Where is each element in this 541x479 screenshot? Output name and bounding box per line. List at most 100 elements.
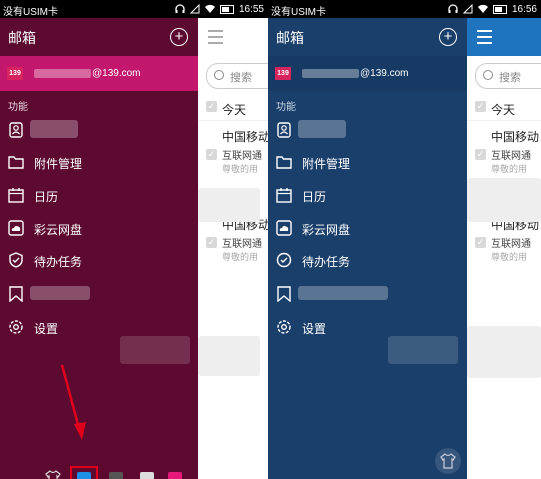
redacted-label	[298, 120, 346, 138]
theme-picker	[0, 458, 198, 479]
mail-subject: 中国移动	[491, 130, 540, 144]
top-app-bar	[198, 18, 268, 56]
folder-icon	[276, 154, 292, 170]
contacts-icon	[8, 122, 24, 138]
menu-item-label: 设置	[302, 322, 327, 336]
menu-item-calendar[interactable]: 日历	[0, 179, 198, 211]
search-icon	[483, 70, 493, 80]
menu-item-label: 附件管理	[302, 157, 351, 171]
theme-swatch-dark-gray[interactable]	[109, 472, 123, 479]
menu-item-bookmark[interactable]	[0, 278, 198, 310]
carrier-text: 没有USIM卡	[271, 7, 326, 18]
menu-item-label: 设置	[34, 322, 59, 336]
menu-icon[interactable]	[477, 30, 492, 48]
clock-text: 16:56	[511, 3, 537, 15]
group-header-today: ✓ 今天	[198, 96, 268, 121]
theme-swatch-blue[interactable]	[77, 472, 91, 479]
theme-swatch-pink[interactable]	[168, 472, 182, 479]
menu-item-bookmark[interactable]	[268, 278, 467, 310]
checkbox-icon[interactable]: ✓	[475, 149, 486, 160]
mail-subject: 中国移动	[222, 130, 268, 144]
watermark-blur	[388, 336, 458, 364]
nav-drawer: 邮箱 + 139 @139.com 功能 附件管理 日历 彩云网盘 待办任务 设…	[268, 18, 467, 479]
group-label: 今天	[222, 103, 247, 117]
clock-text: 16:55	[238, 3, 264, 15]
tshirt-icon	[45, 470, 61, 479]
carrier-text: 没有USIM卡	[3, 7, 58, 18]
menu-item-label: 附件管理	[34, 157, 83, 171]
cloud-drive-icon	[276, 220, 292, 236]
battery-icon	[492, 4, 507, 14]
account-row[interactable]: 139 @139.com	[268, 56, 467, 91]
account-name-redacted	[34, 69, 91, 78]
menu-item-cloud-drive[interactable]: 彩云网盘	[0, 212, 198, 244]
compose-icon[interactable]: +	[439, 28, 457, 46]
wifi-icon	[204, 4, 215, 14]
drawer-title: 邮箱	[276, 30, 304, 46]
calendar-icon	[8, 187, 24, 203]
list-item[interactable]: 中国移动 ✓ 互联网通 尊敬的用	[467, 216, 541, 296]
search-input[interactable]: 搜索	[206, 63, 268, 89]
redacted-label	[298, 286, 388, 300]
cloud-drive-icon	[8, 220, 24, 236]
mail-sender: 互联网通	[222, 239, 262, 250]
watermark-blur	[467, 326, 541, 378]
menu-icon[interactable]	[208, 30, 223, 48]
list-item[interactable]: 中国移动 ✓ 互联网通 尊敬的用	[198, 216, 268, 296]
todo-check-icon	[276, 252, 292, 268]
tshirt-icon	[440, 453, 456, 469]
bookmark-icon	[8, 286, 24, 303]
bookmark-icon	[276, 286, 292, 303]
menu-item-attachments[interactable]: 附件管理	[268, 146, 467, 178]
account-row[interactable]: 139 @139.com	[0, 56, 198, 91]
mail-sender: 互联网通	[491, 239, 531, 250]
checkbox-icon[interactable]: ✓	[206, 149, 217, 160]
theme-toggle-button[interactable]	[435, 448, 461, 474]
checkbox-icon[interactable]: ✓	[475, 237, 486, 248]
mail-sender: 互联网通	[222, 151, 262, 162]
watermark-blur	[198, 336, 260, 376]
section-label: 功能	[8, 102, 28, 113]
todo-check-icon	[8, 252, 24, 268]
mailbox-logo-icon: 139	[275, 67, 291, 80]
account-name-redacted	[302, 69, 359, 78]
mailbox-logo-icon: 139	[7, 67, 23, 80]
menu-item-attachments[interactable]: 附件管理	[0, 146, 198, 178]
search-input[interactable]: 搜索	[475, 63, 541, 89]
menu-item-label: 待办任务	[302, 255, 351, 269]
redacted-label	[30, 120, 78, 138]
status-bar: 没有USIM卡 16:55	[0, 0, 268, 18]
checkbox-icon[interactable]: ✓	[206, 101, 217, 112]
checkbox-icon[interactable]: ✓	[206, 237, 217, 248]
menu-item-todo[interactable]: 待办任务	[268, 244, 467, 276]
watermark-blur	[467, 178, 541, 222]
compose-icon[interactable]: +	[170, 28, 188, 46]
drawer-title: 邮箱	[8, 30, 36, 46]
menu-item-label: 彩云网盘	[302, 223, 351, 237]
menu-item-label: 彩云网盘	[34, 223, 83, 237]
no-signal-icon	[189, 3, 200, 14]
checkbox-icon[interactable]: ✓	[475, 101, 486, 112]
top-app-bar	[467, 18, 541, 56]
menu-item-contacts[interactable]	[0, 114, 198, 146]
folder-icon	[8, 154, 24, 170]
calendar-icon	[276, 187, 292, 203]
menu-item-contacts[interactable]	[268, 114, 467, 146]
mail-sender: 互联网通	[491, 151, 531, 162]
wifi-icon	[477, 4, 488, 14]
gear-icon	[276, 319, 292, 335]
redacted-label	[30, 286, 90, 300]
gear-icon	[8, 319, 24, 335]
menu-item-cloud-drive[interactable]: 彩云网盘	[268, 212, 467, 244]
mail-preview: 尊敬的用	[491, 164, 528, 174]
mail-preview: 尊敬的用	[222, 252, 259, 262]
menu-item-calendar[interactable]: 日历	[268, 179, 467, 211]
headphone-icon	[175, 4, 185, 14]
search-icon	[214, 70, 224, 80]
menu-item-todo[interactable]: 待办任务	[0, 244, 198, 276]
group-label: 今天	[491, 103, 516, 117]
mail-preview: 尊敬的用	[222, 164, 259, 174]
watermark-blur	[198, 188, 260, 222]
mail-list-pane: 搜索 ✓ 今天 中国移动 ✓ 互联网通 尊敬的用 中国移动 ✓ 互联网通 尊敬的…	[467, 18, 541, 479]
theme-swatch-light-gray[interactable]	[140, 472, 154, 479]
